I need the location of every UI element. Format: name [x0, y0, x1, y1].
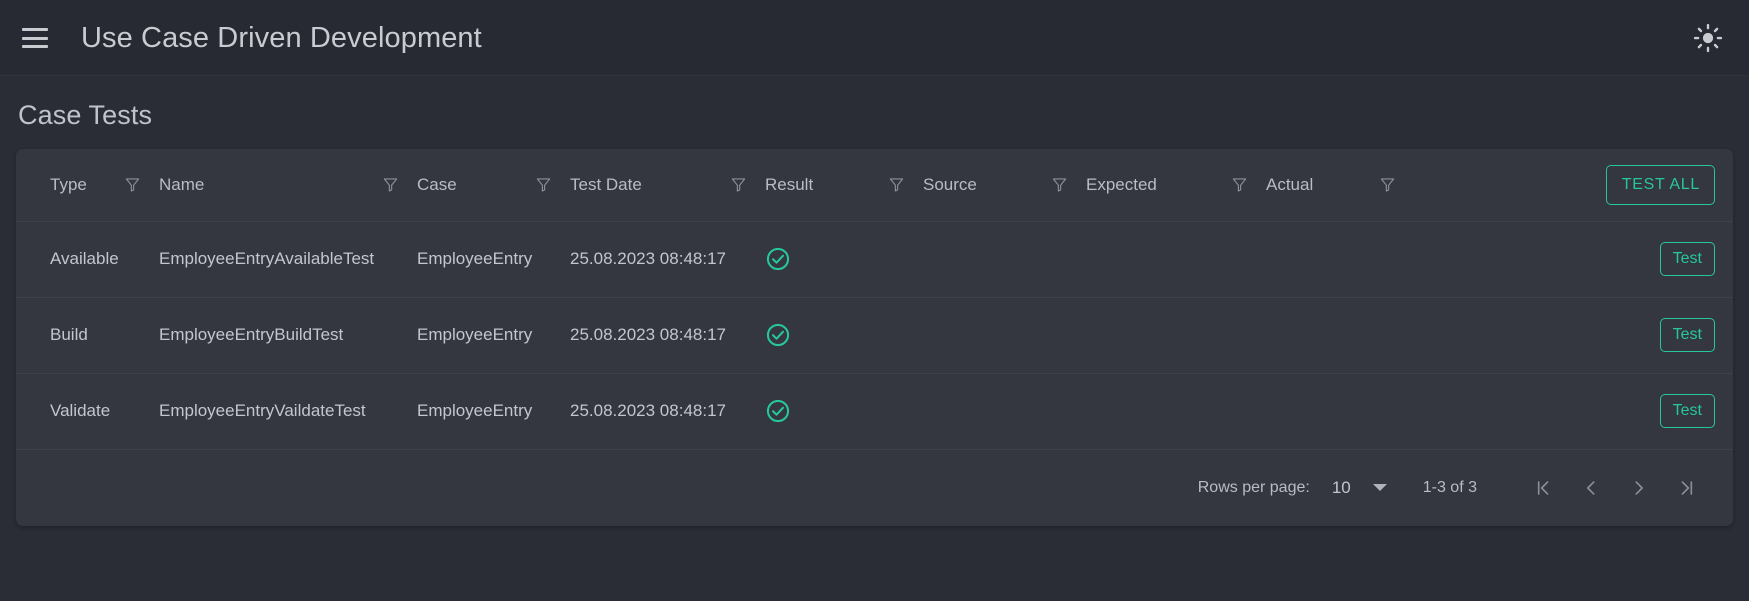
filter-funnel-icon[interactable]: [888, 176, 905, 193]
table-body: Available EmployeeEntryAvailableTest Emp…: [16, 221, 1733, 450]
table-row[interactable]: Build EmployeeEntryBuildTest EmployeeEnt…: [16, 297, 1733, 374]
cell-expected: [1086, 221, 1266, 298]
column-header-actual: Actual: [1266, 149, 1414, 222]
next-page-icon: [1635, 480, 1644, 495]
cell-type: Build: [16, 297, 159, 374]
column-header-case: Case: [417, 149, 570, 222]
rows-per-page-label: Rows per page:: [1197, 478, 1310, 496]
table-header-row: Type Name Case Test Date Result Source E…: [16, 149, 1733, 222]
cell-test-date: 25.08.2023 08:48:17: [570, 373, 765, 450]
table-row[interactable]: Available EmployeeEntryAvailableTest Emp…: [16, 221, 1733, 298]
first-page-button[interactable]: [1519, 464, 1567, 512]
cell-name: EmployeeEntryBuildTest: [159, 297, 417, 374]
column-header-type: Type: [16, 149, 159, 222]
rows-per-page-select[interactable]: 10: [1332, 478, 1387, 498]
cell-source: [923, 373, 1086, 450]
cell-test-date: 25.08.2023 08:48:17: [570, 297, 765, 374]
chevron-down-icon: [1372, 484, 1387, 491]
column-header-actions: TEST ALL: [1414, 149, 1733, 222]
cell-result: [765, 221, 923, 298]
table-header: Type Name Case Test Date Result Source E…: [16, 149, 1733, 222]
column-label-case: Case: [417, 174, 457, 194]
filter-funnel-icon[interactable]: [1379, 176, 1396, 193]
sun-icon[interactable]: [1693, 23, 1723, 53]
column-label-result: Result: [765, 174, 814, 194]
column-header-result: Result: [765, 149, 923, 222]
row-test-button[interactable]: Test: [1659, 394, 1715, 428]
cell-type: Validate: [16, 373, 159, 450]
cell-actual: [1266, 297, 1414, 374]
check-circle-icon: [766, 323, 790, 347]
filter-funnel-icon[interactable]: [730, 176, 747, 193]
cell-actual: [1266, 221, 1414, 298]
hamburger-bar: [22, 36, 48, 40]
cell-name: EmployeeEntryAvailableTest: [159, 221, 417, 298]
table-row[interactable]: Validate EmployeeEntryVaildateTest Emplo…: [16, 373, 1733, 450]
cell-actions: Test: [1414, 221, 1733, 298]
cell-case: EmployeeEntry: [417, 373, 570, 450]
case-tests-table: Type Name Case Test Date Result Source E…: [16, 149, 1733, 450]
previous-page-button[interactable]: [1567, 464, 1615, 512]
column-label-actual: Actual: [1266, 174, 1314, 194]
row-test-button[interactable]: Test: [1659, 242, 1715, 276]
cell-name: EmployeeEntryVaildateTest: [159, 373, 417, 450]
previous-page-icon: [1586, 480, 1595, 495]
cell-actual: [1266, 373, 1414, 450]
pagination-range-label: 1-3 of 3: [1422, 478, 1477, 496]
hamburger-menu-icon[interactable]: [22, 28, 48, 48]
cell-type: Available: [16, 221, 159, 298]
check-circle-icon: [766, 247, 790, 271]
column-label-test-date: Test Date: [570, 174, 642, 194]
hamburger-bar: [22, 45, 48, 48]
hamburger-bar: [22, 28, 48, 31]
filter-funnel-icon[interactable]: [1231, 176, 1248, 193]
column-label-expected: Expected: [1086, 174, 1157, 194]
filter-funnel-icon[interactable]: [124, 176, 141, 193]
case-tests-card: Type Name Case Test Date Result Source E…: [16, 149, 1733, 526]
column-label-source: Source: [923, 174, 977, 194]
test-all-button[interactable]: TEST ALL: [1605, 164, 1715, 205]
column-header-expected: Expected: [1086, 149, 1266, 222]
page-container: Case Tests Type Name Case Test Date Resu…: [0, 76, 1749, 526]
column-label-type: Type: [50, 174, 87, 194]
next-page-button[interactable]: [1615, 464, 1663, 512]
cell-expected: [1086, 373, 1266, 450]
paginator: Rows per page: 10 1-3 of 3: [16, 450, 1733, 526]
column-header-source: Source: [923, 149, 1086, 222]
cell-result: [765, 373, 923, 450]
last-page-icon: [1681, 480, 1693, 495]
cell-expected: [1086, 297, 1266, 374]
cell-case: EmployeeEntry: [417, 297, 570, 374]
cell-result: [765, 297, 923, 374]
first-page-icon: [1537, 480, 1549, 495]
filter-funnel-icon[interactable]: [535, 176, 552, 193]
column-header-test-date: Test Date: [570, 149, 765, 222]
column-header-name: Name: [159, 149, 417, 222]
filter-funnel-icon[interactable]: [382, 176, 399, 193]
cell-source: [923, 221, 1086, 298]
cell-actions: Test: [1414, 373, 1733, 450]
cell-test-date: 25.08.2023 08:48:17: [570, 221, 765, 298]
last-page-button[interactable]: [1663, 464, 1711, 512]
row-test-button[interactable]: Test: [1659, 318, 1715, 352]
filter-funnel-icon[interactable]: [1051, 176, 1068, 193]
rows-per-page-value: 10: [1331, 477, 1351, 497]
app-bar: Use Case Driven Development: [0, 0, 1749, 76]
column-label-name: Name: [159, 174, 205, 194]
page-title: Case Tests: [18, 100, 153, 130]
cell-actions: Test: [1414, 297, 1733, 374]
cell-source: [923, 297, 1086, 374]
check-circle-icon: [766, 399, 790, 423]
cell-case: EmployeeEntry: [417, 221, 570, 298]
app-title: Use Case Driven Development: [81, 21, 482, 54]
